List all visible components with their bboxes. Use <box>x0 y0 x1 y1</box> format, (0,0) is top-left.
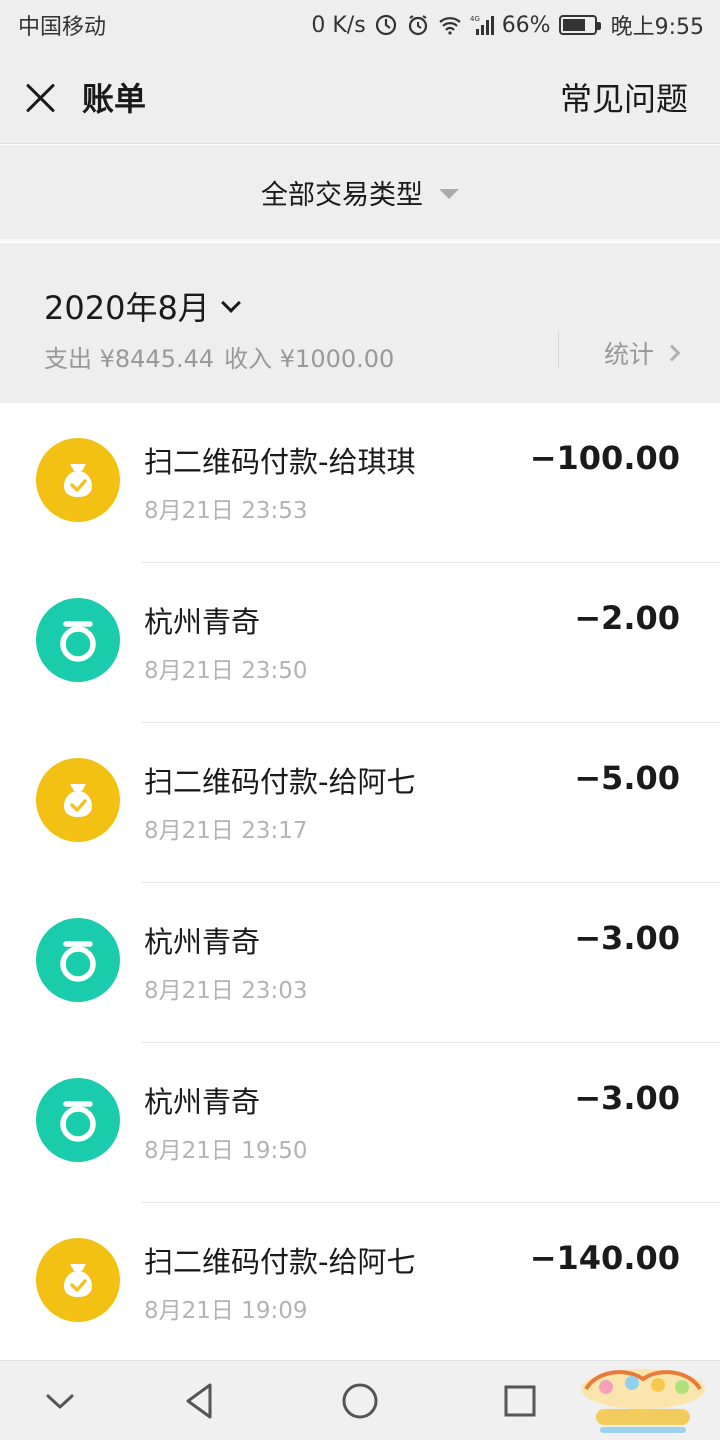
wifi-icon <box>438 13 462 37</box>
month-label: 2020年8月 <box>44 289 210 327</box>
transaction-time: 8月21日 19:50 <box>144 1138 308 1164</box>
month-picker[interactable]: 2020年8月 <box>44 283 241 329</box>
merchant-ring-icon <box>36 598 120 682</box>
transaction-row[interactable]: 扫二维码付款-给阿七 8月21日 19:09 −140.00 <box>0 1203 720 1363</box>
data-saver-icon <box>374 13 398 37</box>
transaction-list: 扫二维码付款-给琪琪 8月21日 23:53 −100.00 杭州青奇 8月21… <box>0 403 720 1363</box>
money-bag-icon <box>36 758 120 842</box>
svg-text:4G: 4G <box>470 15 480 23</box>
transaction-time: 8月21日 23:17 <box>144 818 308 844</box>
chevron-right-icon <box>663 344 681 362</box>
system-nav-bar <box>0 1360 720 1440</box>
transaction-title: 杭州青奇 <box>144 605 261 639</box>
alarm-icon <box>406 13 430 37</box>
recents-icon[interactable] <box>498 1379 542 1423</box>
network-speed: 0 K/s <box>311 12 366 38</box>
battery-icon <box>558 15 601 35</box>
stats-button[interactable]: 统计 <box>604 335 681 371</box>
dropdown-triangle-icon <box>439 189 459 199</box>
divider <box>558 331 559 369</box>
header-left: 账单 <box>24 74 146 120</box>
transaction-time: 8月21日 23:03 <box>144 978 308 1004</box>
expense-total: 支出 ¥8445.44 <box>44 345 215 373</box>
transaction-title: 扫二维码付款-给阿七 <box>144 1245 416 1279</box>
transaction-amount: −2.00 <box>574 599 680 637</box>
transaction-row[interactable]: 杭州青奇 8月21日 19:50 −3.00 <box>0 1043 720 1203</box>
transaction-row[interactable]: 扫二维码付款-给阿七 8月21日 23:17 −5.00 <box>0 723 720 883</box>
money-bag-icon <box>36 438 120 522</box>
stats-label: 统计 <box>604 340 655 369</box>
transaction-row[interactable]: 杭州青奇 8月21日 23:50 −2.00 <box>0 563 720 723</box>
carrier-label: 中国移动 <box>18 15 107 40</box>
close-icon[interactable] <box>24 80 58 114</box>
income-total: 收入 ¥1000.00 <box>224 345 395 373</box>
month-summary: 2020年8月 支出 ¥8445.44 收入 ¥1000.00 统计 <box>0 243 720 403</box>
transaction-amount: −3.00 <box>574 1079 680 1117</box>
collapse-icon[interactable] <box>38 1379 82 1423</box>
transaction-amount: −100.00 <box>529 439 680 477</box>
status-indicators: 0 K/s 4G 66% 晚上9:55 <box>311 9 704 41</box>
clock: 晚上9:55 <box>610 15 704 40</box>
merchant-ring-icon <box>36 918 120 1002</box>
signal-icon: 4G <box>470 13 494 37</box>
faq-button[interactable]: 常见问题 <box>560 74 688 120</box>
watermark-logo <box>576 1365 710 1437</box>
page-title: 账单 <box>82 79 147 118</box>
status-bar: 中国移动 0 K/s 4G 66% 晚上9:55 <box>0 0 720 50</box>
merchant-ring-icon <box>36 1078 120 1162</box>
transaction-amount: −3.00 <box>574 919 680 957</box>
month-totals: 支出 ¥8445.44 收入 ¥1000.00 <box>44 339 394 374</box>
transaction-title: 扫二维码付款-给阿七 <box>144 765 416 799</box>
transaction-time: 8月21日 23:50 <box>144 658 308 684</box>
chevron-down-icon <box>220 293 241 313</box>
back-icon[interactable] <box>178 1379 222 1423</box>
app-header: 账单 常见问题 <box>0 50 720 144</box>
home-icon[interactable] <box>338 1379 382 1423</box>
money-bag-icon <box>36 1238 120 1322</box>
transaction-title: 扫二维码付款-给琪琪 <box>144 445 416 479</box>
transaction-title: 杭州青奇 <box>144 1085 261 1119</box>
filter-label: 全部交易类型 <box>261 179 423 211</box>
transaction-time: 8月21日 19:09 <box>144 1298 308 1324</box>
transaction-amount: −140.00 <box>529 1239 680 1277</box>
transaction-row[interactable]: 扫二维码付款-给琪琪 8月21日 23:53 −100.00 <box>0 403 720 563</box>
filter-bar: 全部交易类型 <box>0 145 720 241</box>
transaction-amount: −5.00 <box>574 759 680 797</box>
transaction-time: 8月21日 23:53 <box>144 498 308 524</box>
battery-percent: 66% <box>501 12 551 38</box>
transaction-row[interactable]: 杭州青奇 8月21日 23:03 −3.00 <box>0 883 720 1043</box>
transaction-title: 杭州青奇 <box>144 925 261 959</box>
transaction-type-filter[interactable]: 全部交易类型 <box>261 173 459 212</box>
